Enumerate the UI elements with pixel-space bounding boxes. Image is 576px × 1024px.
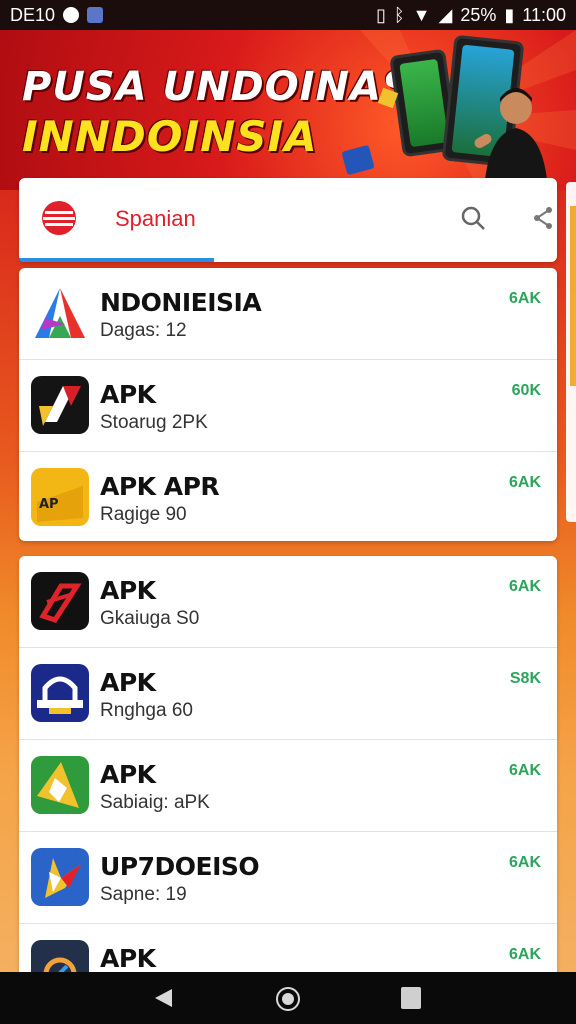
app-list-card: NDONIEISIA Dagas: 12 6AK APK Stoarug 2PK… [19,268,557,541]
banner-title-line1: PUSA UNDOINAS [22,64,412,110]
app-title: NDONIEISIA [100,288,262,317]
app-title: UP7DOEISO [100,852,260,881]
tab-indicator [19,258,214,262]
app-subtitle: Dagas: 12 [100,320,187,341]
app-size: 6AK [508,290,541,307]
app-title: APK [100,944,156,973]
app-size: 60K [511,382,541,399]
search-bar[interactable]: Spanian [19,178,557,262]
app-size: S8K [509,670,541,687]
list-item[interactable]: NDONIEISIA Dagas: 12 6AK [19,268,557,360]
carrier-label: DE10 [10,4,56,25]
app-subtitle: Ragige 90 [100,504,187,525]
list-item[interactable]: APK Rnghga 60 S8K [19,648,557,740]
brand-logo-icon [42,201,76,235]
person-illustration [474,88,548,190]
app-size: 6AK [508,762,541,779]
app-size: 6AK [508,474,541,491]
list-item[interactable]: APK 6AK [19,924,557,976]
app-subtitle: Gkaiuga S0 [100,608,200,629]
bluetooth-icon: ᛒ [393,4,405,25]
app-subtitle: Sapne: 19 [100,884,187,905]
sword-logo-icon [31,376,89,434]
red-arrow-logo-icon [31,572,89,630]
search-icon[interactable] [459,204,487,232]
back-icon[interactable] [152,987,174,1009]
vibrate-icon: ▯ [375,4,386,25]
list-item[interactable]: APK Stoarug 2PK 60K [19,360,557,452]
blue-arch-logo-icon [31,664,89,722]
side-card-peek [566,182,576,522]
app-subtitle: Rnghga 60 [100,700,193,721]
app-title: APK [100,576,156,605]
wifi-icon: ▼ [412,4,431,25]
status-bar: DE10 ▯ ᛒ ▼ ◢ 25% ▮ 11:00 [0,0,576,30]
home-icon[interactable] [276,987,300,1011]
clock: 11:00 [522,4,566,25]
app-title: APK [100,760,156,789]
battery-icon: ▮ [504,4,515,25]
app-title: APK [100,380,156,409]
promo-banner[interactable]: PUSA UNDOINAS INNDOINSIA [0,30,576,190]
list-item[interactable]: AP APK APR Ragige 90 6AK [19,452,557,541]
app-title: APK APR [100,472,220,501]
green-star-logo-icon [31,756,89,814]
navigation-bar [0,972,576,1024]
app-size: 6AK [508,854,541,871]
list-item[interactable]: UP7DOEISO Sapne: 19 6AK [19,832,557,924]
messenger-icon [63,7,80,23]
signal-icon: ◢ [438,4,453,25]
list-item[interactable]: APK Gkaiuga S0 6AK [19,556,557,648]
list-item[interactable]: APK Sabiaig: aPK 6AK [19,740,557,832]
app-subtitle: Sabiaig: aPK [100,792,210,813]
app-list-card: APK Gkaiuga S0 6AK APK Rnghga 60 S8K APK… [19,556,557,976]
app-title: APK [100,668,156,697]
share-icon[interactable] [529,204,557,232]
search-query[interactable]: Spanian [115,206,196,232]
app-notification-icon [87,7,104,23]
svg-text:AP: AP [39,497,59,512]
dark-gear-logo-icon [31,940,89,976]
triangle-logo-icon [31,284,89,342]
battery-percent: 25% [460,4,497,25]
recents-icon[interactable] [401,987,421,1009]
app-size: 6AK [508,946,541,963]
banner-title-line2: INNDOINSIA [22,112,318,161]
yellow-ticket-icon: AP [31,468,89,526]
blue-star-logo-icon [31,848,89,906]
app-size: 6AK [508,578,541,595]
app-subtitle: Stoarug 2PK [100,412,208,433]
